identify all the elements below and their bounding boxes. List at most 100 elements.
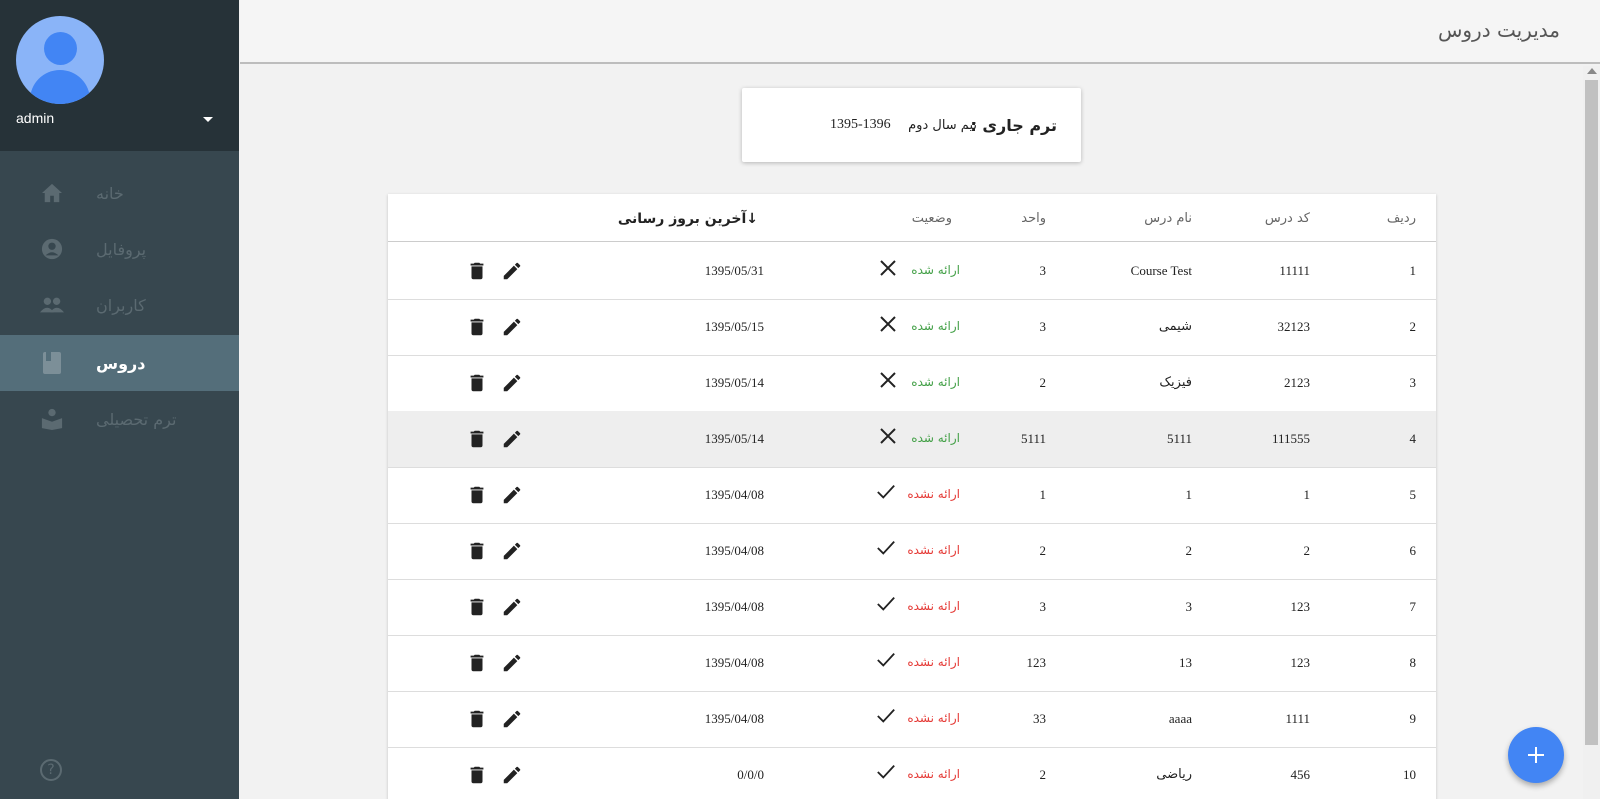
- column-header-units[interactable]: واحد: [1021, 211, 1046, 226]
- table-row[interactable]: 7 123 3 3 ارائه نشده 1395/04/08: [388, 579, 1436, 636]
- check-icon[interactable]: [876, 481, 896, 503]
- sidebar-item-semester[interactable]: ترم تحصیلی: [0, 391, 239, 447]
- cell-name: ریاضی: [1156, 767, 1192, 782]
- table-row[interactable]: 4 111555 5111 5111 ارائه شده 1395/05/14: [388, 411, 1436, 468]
- people-icon: [39, 292, 65, 318]
- table-header: ردیف کد درس نام درس واحد وضعیت ↓آخرین بر…: [388, 194, 1436, 242]
- current-term-card: ترم جاری : نیم سال دوم 1395-1396: [742, 88, 1081, 162]
- close-icon[interactable]: [878, 257, 898, 279]
- cell-code: 111555: [1271, 431, 1310, 446]
- edit-icon[interactable]: [501, 484, 523, 506]
- cell-name: 5111: [1166, 431, 1192, 446]
- scroll-up-arrow-icon[interactable]: [1587, 68, 1597, 74]
- close-icon[interactable]: [878, 425, 898, 447]
- term-value: نیم سال دوم: [908, 118, 977, 133]
- cell-units: 33: [1033, 711, 1046, 726]
- table-row[interactable]: 10 456 ریاضی 2 ارائه نشده 0/0/0: [388, 747, 1436, 799]
- table-row[interactable]: 1 11111 Course Test 3 ارائه شده 1395/05/31: [388, 243, 1436, 300]
- delete-icon[interactable]: [466, 596, 488, 618]
- delete-icon[interactable]: [466, 484, 488, 506]
- cell-code: 1: [1303, 487, 1311, 502]
- delete-icon[interactable]: [466, 708, 488, 730]
- cell-units: 2: [1039, 543, 1047, 558]
- profile-dropdown-icon[interactable]: [203, 117, 213, 122]
- close-icon[interactable]: [878, 369, 898, 391]
- cell-name: فیزیک: [1159, 375, 1192, 390]
- check-icon[interactable]: [876, 593, 896, 615]
- cell-row: 2: [1409, 319, 1417, 334]
- cell-updated: 0/0/0: [737, 767, 764, 782]
- check-icon[interactable]: [876, 537, 896, 559]
- sidebar-item-label: پروفایل: [96, 239, 147, 259]
- cell-name: 13: [1179, 655, 1192, 670]
- delete-icon[interactable]: [466, 260, 488, 282]
- table-row[interactable]: 9 1111 aaaa 33 ارائه نشده 1395/04/08: [388, 691, 1436, 748]
- table-row[interactable]: 3 2123 فیزیک 2 ارائه شده 1395/05/14: [388, 355, 1436, 412]
- cell-code: 2123: [1284, 375, 1310, 390]
- sidebar-item-home[interactable]: خانه: [0, 165, 239, 221]
- cell-row: 4: [1409, 431, 1417, 446]
- table-row[interactable]: 2 32123 شیمی 3 ارائه شده 1395/05/15: [388, 299, 1436, 356]
- sidebar-item-users[interactable]: کاربران: [0, 277, 239, 333]
- status-label: ارائه نشده: [907, 543, 960, 557]
- plus-icon: [1528, 747, 1544, 763]
- column-header-code[interactable]: کد درس: [1265, 211, 1310, 226]
- avatar-head: [44, 32, 77, 65]
- cell-code: 11111: [1279, 263, 1310, 278]
- edit-icon[interactable]: [501, 540, 523, 562]
- cell-name: aaaa: [1168, 711, 1192, 726]
- sidebar-item-courses[interactable]: دروس: [0, 335, 239, 391]
- table-row[interactable]: 6 2 2 2 ارائه نشده 1395/04/08: [388, 523, 1436, 580]
- edit-icon[interactable]: [501, 652, 523, 674]
- cell-code: 123: [1290, 599, 1311, 614]
- help-icon[interactable]: ?: [40, 759, 62, 781]
- table-row[interactable]: 8 123 13 123 ارائه نشده 1395/04/08: [388, 635, 1436, 692]
- scroll-thumb[interactable]: [1585, 80, 1598, 745]
- edit-icon[interactable]: [501, 764, 523, 786]
- delete-icon[interactable]: [466, 652, 488, 674]
- edit-icon[interactable]: [501, 260, 523, 282]
- column-header-name[interactable]: نام درس: [1144, 211, 1192, 226]
- column-header-row[interactable]: ردیف: [1387, 211, 1416, 226]
- cell-updated: 1395/04/08: [704, 655, 764, 670]
- cell-row: 6: [1409, 543, 1417, 558]
- delete-icon[interactable]: [466, 372, 488, 394]
- cell-units: 2: [1039, 767, 1047, 782]
- status-label: ارائه نشده: [907, 711, 960, 725]
- column-header-status[interactable]: وضعیت: [912, 211, 952, 226]
- cell-name: 2: [1185, 543, 1193, 558]
- page-title: مدیریت دروس: [1437, 18, 1560, 42]
- school-book-icon: [39, 406, 65, 432]
- status-label: ارائه شده: [911, 263, 960, 277]
- table-row[interactable]: 5 1 1 1 ارائه نشده 1395/04/08: [388, 467, 1436, 524]
- sidebar-item-label: دروس: [96, 353, 146, 373]
- check-icon[interactable]: [876, 705, 896, 727]
- status-label: ارائه نشده: [907, 599, 960, 613]
- sidebar-item-profile[interactable]: پروفایل: [0, 221, 239, 277]
- edit-icon[interactable]: [501, 708, 523, 730]
- cell-updated: 1395/04/08: [704, 711, 764, 726]
- vertical-scrollbar[interactable]: [1583, 66, 1600, 799]
- courses-table: ردیف کد درس نام درس واحد وضعیت ↓آخرین بر…: [388, 194, 1436, 799]
- username: admin: [16, 110, 55, 126]
- column-header-updated[interactable]: ↓آخرین بروز رسانی: [618, 211, 758, 227]
- check-icon[interactable]: [876, 761, 896, 783]
- cell-updated: 1395/05/14: [704, 375, 764, 390]
- edit-icon[interactable]: [501, 372, 523, 394]
- delete-icon[interactable]: [466, 428, 488, 450]
- edit-icon[interactable]: [501, 596, 523, 618]
- delete-icon[interactable]: [466, 540, 488, 562]
- edit-icon[interactable]: [501, 316, 523, 338]
- delete-icon[interactable]: [466, 316, 488, 338]
- check-icon[interactable]: [876, 649, 896, 671]
- status-label: ارائه شده: [911, 319, 960, 333]
- add-course-button[interactable]: [1508, 727, 1564, 783]
- delete-icon[interactable]: [466, 764, 488, 786]
- sidebar-item-label: کاربران: [96, 295, 146, 315]
- cell-updated: 1395/04/08: [704, 487, 764, 502]
- cell-code: 2: [1303, 543, 1311, 558]
- close-icon[interactable]: [878, 313, 898, 335]
- avatar[interactable]: [16, 16, 104, 104]
- edit-icon[interactable]: [501, 428, 523, 450]
- sidebar-item-label: ترم تحصیلی: [96, 409, 177, 429]
